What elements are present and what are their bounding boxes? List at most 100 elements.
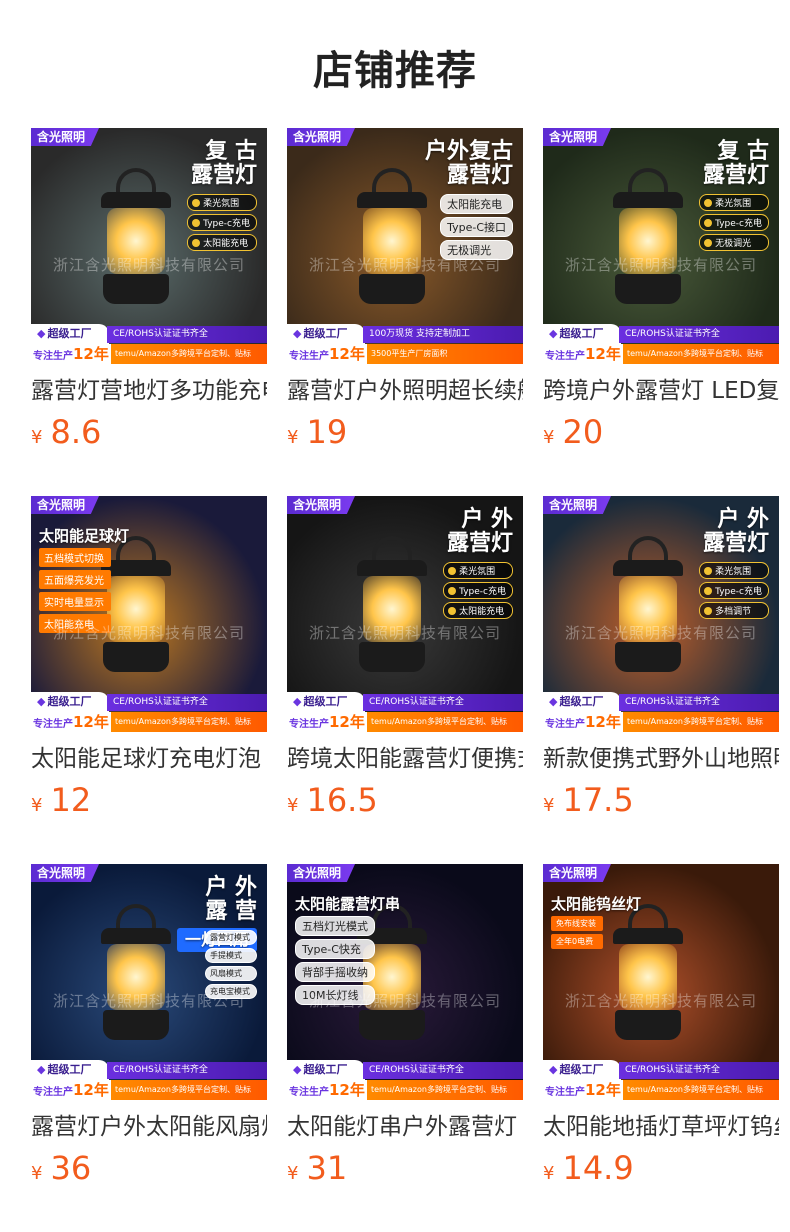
cert-strip: CE/ROHS认证证书齐全 [619,1062,779,1079]
years-badge: 专注生产12年 [287,1080,369,1100]
product-image[interactable]: 含光照明户 外露营灯 柔光氛围 Type-c充电 太阳能充电 浙江含光照明科技有限公司 ◆… [287,496,523,732]
product-title[interactable]: 跨境户外露营灯 LED复古 [543,376,779,406]
product-title[interactable]: 太阳能地插灯草坪灯钨丝 [543,1112,779,1142]
product-title[interactable]: 露营灯户外照明超长续航 [287,376,523,406]
product-price: ¥8.6 [31,414,267,456]
diamond-icon: ◆ [549,695,558,708]
feature-tag: Type-C快充 [295,939,375,959]
product-image[interactable]: 含光照明 户外复古 露营灯 太阳能充电 Type-C接口 无极调光 浙江含光照明科技有限公司… [287,128,523,364]
image-headline-line: 露 营 [205,899,257,924]
customize-strip: temu/Amazon多跨境平台定制、贴标 [111,712,267,732]
product-card[interactable]: 含光照明 户外复古 露营灯 太阳能充电 Type-C接口 无极调光 浙江含光照明科技有限公司… [287,128,523,456]
watermark: 浙江含光照明科技有限公司 [564,256,757,274]
feature-tag: 柔光氛围 [187,194,257,211]
product-image[interactable]: 含光照明户 外露营灯 柔光氛围 Type-c充电 多档调节 浙江含光照明科技有限公司 ◆ 超… [543,496,779,732]
product-image[interactable]: 含光照明 太阳能露营灯串 五档灯光模式 Type-C快充 背部手摇收纳 10M长灯线 浙江含… [287,864,523,1100]
promo-banner: ◆ 超级工厂 100万现货 支持定制加工 专注生产12年 3500平生产厂房面积 [287,324,523,364]
brand-tag: 含光照明 [543,864,612,882]
price-amount: 8.6 [50,413,102,451]
customize-strip: temu/Amazon多跨境平台定制、贴标 [367,712,523,732]
currency-symbol: ¥ [287,1163,299,1184]
feature-tag: 多档调节 [699,602,769,619]
cert-strip: CE/ROHS认证证书齐全 [107,694,267,711]
product-card[interactable]: 含光照明 太阳能足球灯 五档模式切换 五面爆亮发光 实时电量显示 太阳能充电 浙江含光照明科… [31,496,267,824]
feature-tag: Type-c充电 [699,582,769,599]
currency-symbol: ¥ [287,795,299,816]
price-amount: 16.5 [306,781,378,819]
product-title[interactable]: 太阳能足球灯充电灯泡 [31,744,267,774]
product-image[interactable]: 含光照明复 古露营灯 柔光氛围 Type-c充电 太阳能充电 浙江含光照明科技有限公司 ◆… [31,128,267,364]
factory-badge: ◆ 超级工厂 [543,692,621,712]
feature-list: 柔光氛围 Type-c充电 无极调光 [699,194,769,254]
feature-tag: Type-c充电 [187,214,257,231]
customize-strip: temu/Amazon多跨境平台定制、贴标 [623,712,779,732]
diamond-icon: ◆ [37,327,46,340]
product-card[interactable]: 含光照明 太阳能钨丝灯 免布线安装 全年0电费 浙江含光照明科技有限公司 ◆ 超级工厂 CE/… [543,864,779,1192]
customize-strip: temu/Amazon多跨境平台定制、贴标 [623,344,779,364]
factory-badge: ◆ 超级工厂 [31,692,109,712]
diamond-icon: ◆ [549,327,558,340]
feature-tag: 五档灯光模式 [295,916,375,936]
product-card[interactable]: 含光照明户 外露营灯 柔光氛围 Type-c充电 太阳能充电 浙江含光照明科技有限公司 ◆… [287,496,523,824]
product-price: ¥16.5 [287,782,523,824]
diamond-icon: ◆ [549,1063,558,1076]
cert-strip: CE/ROHS认证证书齐全 [363,694,523,711]
years-badge: 专注生产12年 [543,344,625,364]
currency-symbol: ¥ [31,795,43,816]
lantern-illustration [91,904,181,1054]
product-image[interactable]: 含光照明 太阳能钨丝灯 免布线安装 全年0电费 浙江含光照明科技有限公司 ◆ 超级工厂 CE/… [543,864,779,1100]
product-card[interactable]: 含光照明户 外露营灯 柔光氛围 Type-c充电 多档调节 浙江含光照明科技有限公司 ◆ 超… [543,496,779,824]
lantern-illustration [347,168,437,318]
product-image[interactable]: 含光照明户 外露 营一灯四用露营灯模式手提模式风扇模式充电宝模式浙江含光照明科技… [31,864,267,1100]
product-title[interactable]: 露营灯营地灯多功能充电 [31,376,267,406]
product-price: ¥12 [31,782,267,824]
watermark: 浙江含光照明科技有限公司 [52,256,245,274]
feature-tag: Type-c充电 [699,214,769,231]
product-image[interactable]: 含光照明复 古露营灯 柔光氛围 Type-c充电 无极调光 浙江含光照明科技有限公司 ◆ 超… [543,128,779,364]
product-card[interactable]: 含光照明 太阳能露营灯串 五档灯光模式 Type-C快充 背部手摇收纳 10M长灯线 浙江含… [287,864,523,1192]
factory-badge: ◆ 超级工厂 [31,324,109,344]
currency-symbol: ¥ [543,795,555,816]
product-title[interactable]: 新款便携式野外山地照明 [543,744,779,774]
feature-tag: 柔光氛围 [699,194,769,211]
promo-banner: ◆ 超级工厂 CE/ROHS认证证书齐全 专注生产12年 temu/Amazon多跨境平… [543,692,779,732]
lantern-illustration [347,536,437,686]
cert-strip: 100万现货 支持定制加工 [363,326,523,343]
promo-banner: ◆ 超级工厂 CE/ROHS认证证书齐全 专注生产12年 temu/Amazon多跨境平… [31,1060,267,1100]
watermark: 浙江含光照明科技有限公司 [308,992,501,1010]
image-headline-line: 露营灯 [190,163,257,188]
product-price: ¥20 [543,414,779,456]
diamond-icon: ◆ [293,327,302,340]
feature-tag: 太阳能充电 [440,194,513,214]
feature-tag: 风扇模式 [205,966,257,981]
product-card[interactable]: 含光照明户 外露 营一灯四用露营灯模式手提模式风扇模式充电宝模式浙江含光照明科技… [31,864,267,1192]
product-card[interactable]: 含光照明复 古露营灯 柔光氛围 Type-c充电 太阳能充电 浙江含光照明科技有限公司 ◆… [31,128,267,456]
feature-tag: 全年0电费 [551,934,603,949]
feature-list: 太阳能充电 Type-C接口 无极调光 [440,194,513,263]
product-price: ¥19 [287,414,523,456]
product-title[interactable]: 太阳能灯串户外露营灯 [287,1112,523,1142]
diamond-icon: ◆ [37,695,46,708]
currency-symbol: ¥ [287,427,299,448]
image-headline-line: 户 外 [717,507,769,532]
feature-tag: 太阳能充电 [187,234,257,251]
customize-strip: 3500平生产厂房面积 [367,344,523,364]
image-headline-line: 户 外 [461,507,513,532]
product-card[interactable]: 含光照明复 古露营灯 柔光氛围 Type-c充电 无极调光 浙江含光照明科技有限公司 ◆ 超… [543,128,779,456]
product-title[interactable]: 露营灯户外太阳能风扇灯 [31,1112,267,1142]
feature-tag: 实时电量显示 [39,592,111,611]
promo-banner: ◆ 超级工厂 CE/ROHS认证证书齐全 专注生产12年 temu/Amazon多跨境平… [543,324,779,364]
years-badge: 专注生产12年 [543,1080,625,1100]
brand-tag: 含光照明 [287,496,356,514]
price-amount: 20 [562,413,604,451]
price-amount: 36 [50,1149,92,1187]
feature-tag: 柔光氛围 [443,562,513,579]
feature-tag: 五档模式切换 [39,548,111,567]
brand-tag: 含光照明 [31,864,100,882]
feature-tag: 无极调光 [699,234,769,251]
brand-tag: 含光照明 [31,496,100,514]
promo-banner: ◆ 超级工厂 CE/ROHS认证证书齐全 专注生产12年 temu/Amazon多跨境平… [31,324,267,364]
watermark: 浙江含光照明科技有限公司 [564,992,757,1010]
product-image[interactable]: 含光照明 太阳能足球灯 五档模式切换 五面爆亮发光 实时电量显示 太阳能充电 浙江含光照明科… [31,496,267,732]
product-title[interactable]: 跨境太阳能露营灯便携式 [287,744,523,774]
